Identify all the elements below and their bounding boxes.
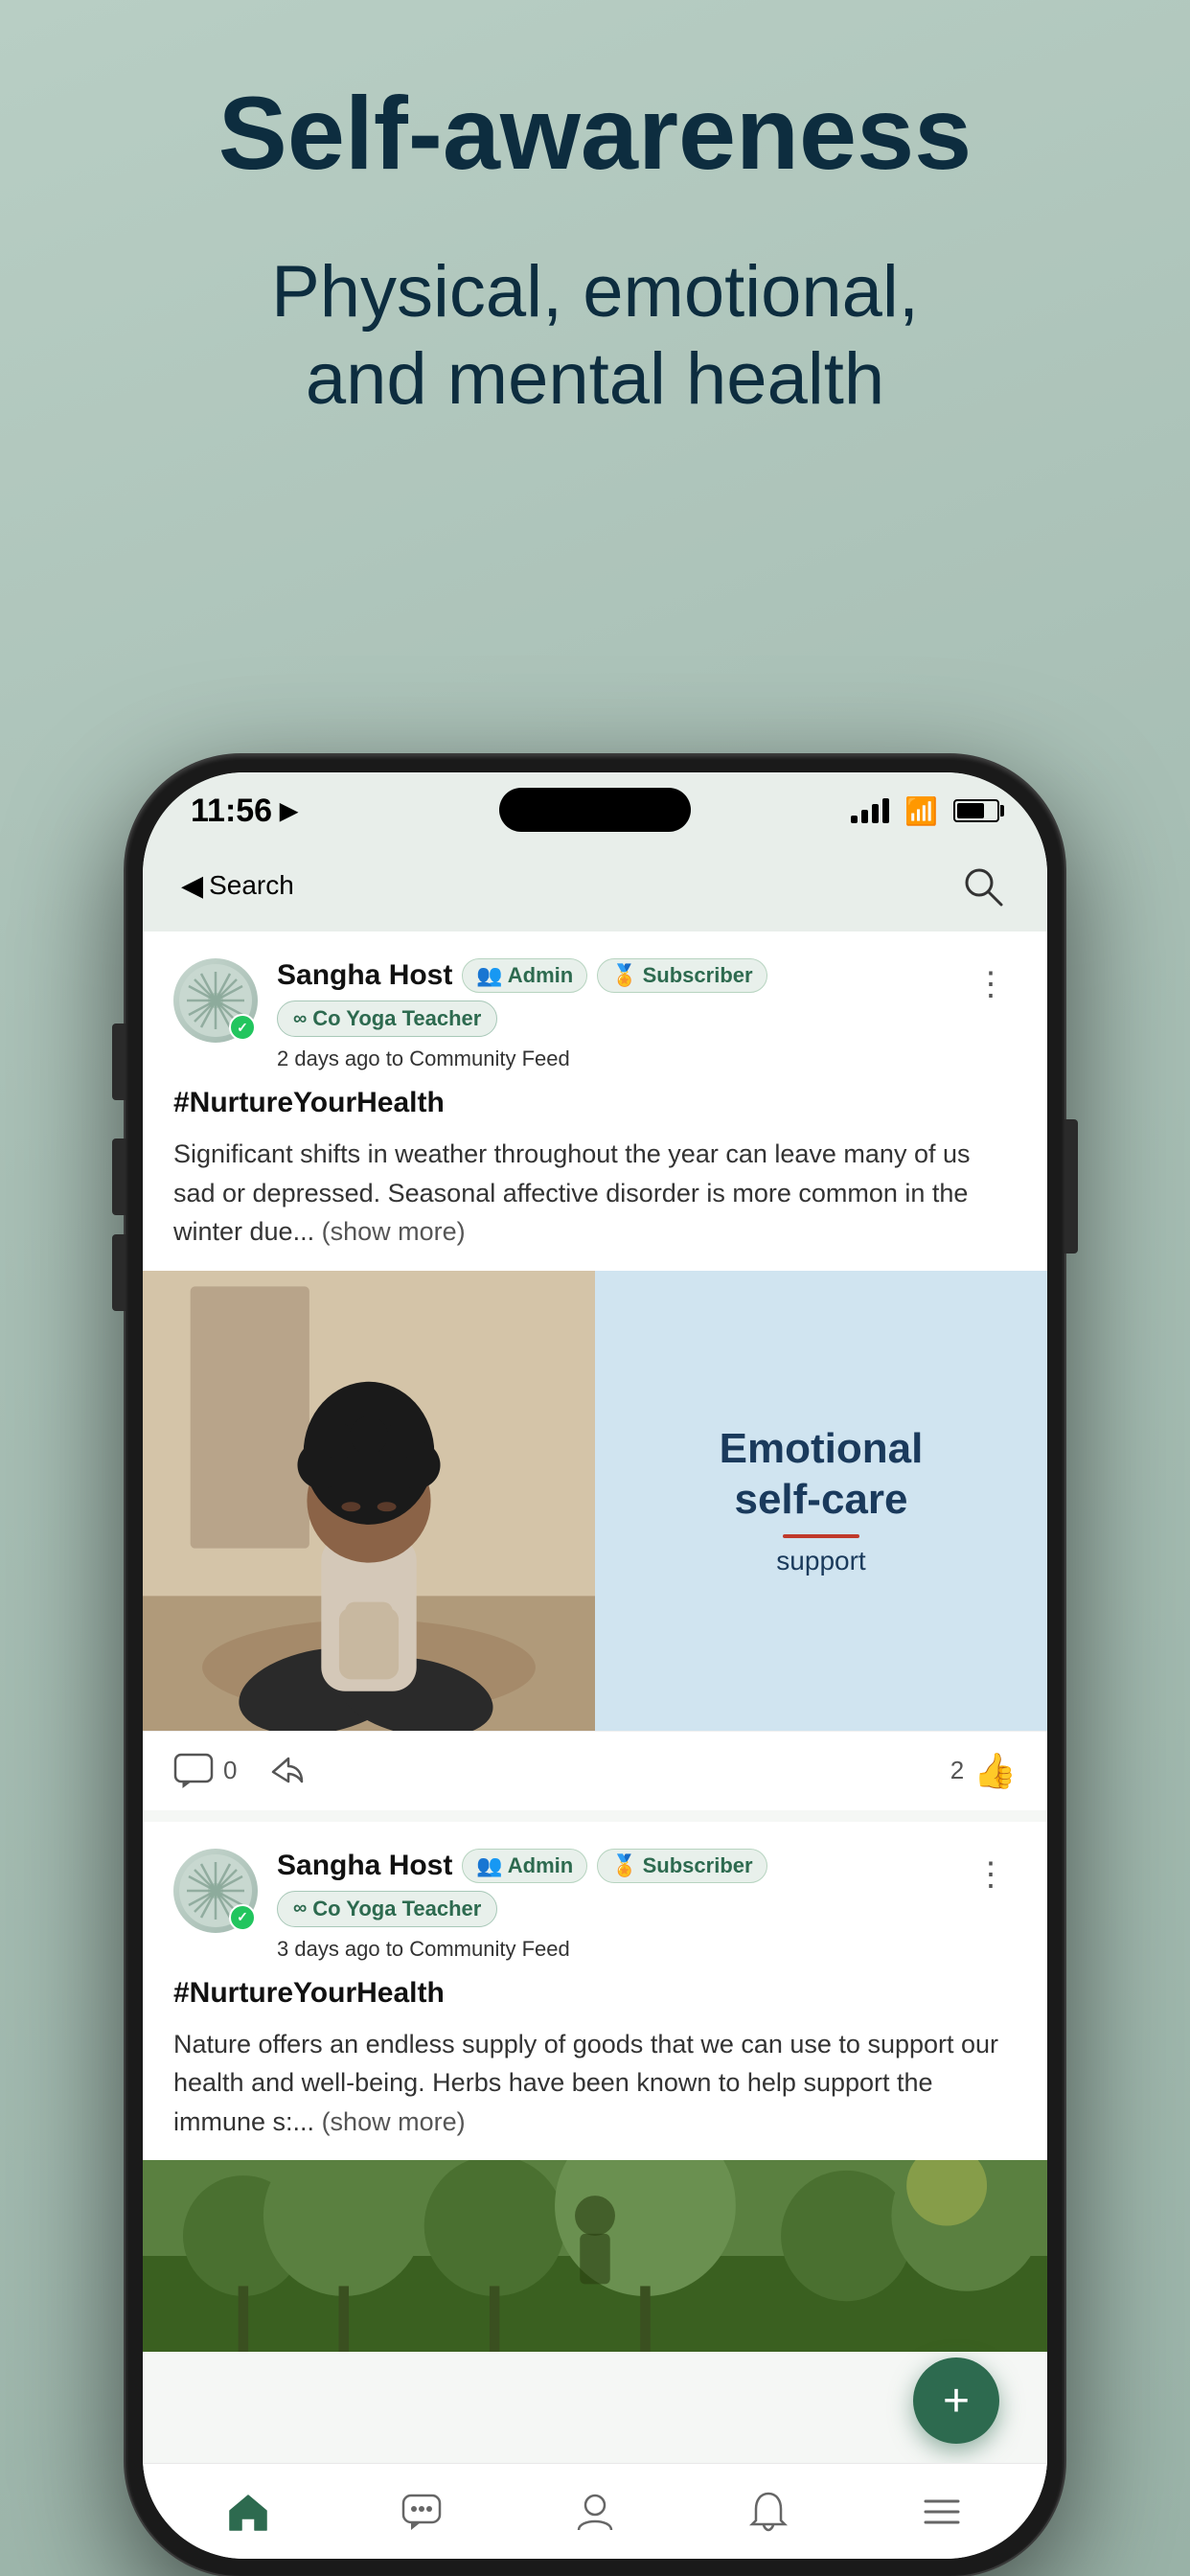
show-more-2[interactable]: (show more) (322, 2107, 466, 2136)
support-text: support (776, 1546, 865, 1576)
hero-section: Self-awareness Physical, emotional, and … (0, 0, 1190, 480)
post-actions-1: 0 2 👍 (143, 1731, 1047, 1810)
like-count-1: 2 (950, 1756, 964, 1785)
infinity-icon-1: ∞ (293, 1008, 307, 1030)
post-body-1: #NurtureYourHealth Significant shifts in… (143, 1087, 1047, 1271)
status-time: 11:56 ▶ (191, 793, 298, 830)
role-badge-2: ∞ Co Yoga Teacher (277, 1891, 497, 1927)
infinity-icon-2: ∞ (293, 1898, 307, 1920)
back-label: Search (209, 870, 294, 901)
post-header-2: ✓ Sangha Host 👥 Admin 🏅 (143, 1822, 1047, 1977)
post-time-1: 2 days ago to Community Feed (277, 1046, 946, 1071)
post-card-1: ✓ Sangha Host 👥 Admin 🏅 (143, 932, 1047, 1810)
action-right-1: 2 👍 (950, 1751, 1017, 1791)
signal-icon (851, 798, 889, 823)
post-meta-1: Sangha Host 👥 Admin 🏅 Subscriber (277, 958, 946, 1071)
post-author-row-1: Sangha Host 👥 Admin 🏅 Subscriber (277, 958, 946, 993)
author-name-2: Sangha Host (277, 1850, 452, 1882)
action-left-1: 0 (173, 1753, 306, 1789)
status-icons: 📶 (851, 795, 999, 827)
post-tag-2: #NurtureYourHealth (173, 1977, 1017, 2010)
nav-chat[interactable] (335, 2490, 509, 2534)
post-card-2: ✓ Sangha Host 👥 Admin 🏅 (143, 1822, 1047, 2353)
nav-profile[interactable] (509, 2490, 682, 2534)
subscriber-icon-2: 🏅 (611, 1853, 637, 1878)
show-more-1[interactable]: (show more) (322, 1217, 466, 1246)
nav-home[interactable] (162, 2490, 335, 2534)
hero-subtitle: Physical, emotional, and mental health (57, 248, 1133, 423)
fab-button[interactable]: + (913, 2358, 999, 2444)
role-badge-1: ∞ Co Yoga Teacher (277, 1000, 497, 1037)
verified-badge-1: ✓ (229, 1014, 256, 1041)
location-arrow-icon: ▶ (280, 797, 297, 825)
post-author-row-2: Sangha Host 👥 Admin 🏅 Subscriber (277, 1849, 946, 1883)
phone-outer: 11:56 ▶ 📶 (126, 755, 1064, 2576)
post-text-2: Nature offers an endless supply of goods… (173, 2025, 1017, 2142)
share-icon-1 (265, 1753, 306, 1789)
avatar-wrap-2: ✓ (173, 1849, 258, 1933)
post-time-2: 3 days ago to Community Feed (277, 1937, 946, 1962)
admin-icon-1: 👥 (476, 963, 502, 988)
back-button[interactable]: ◀ Search (181, 869, 294, 903)
post-image-2 (143, 2160, 1047, 2352)
subscriber-badge-2: 🏅 Subscriber (597, 1849, 767, 1883)
admin-badge-2: 👥 Admin (462, 1849, 587, 1883)
post-body-2: #NurtureYourHealth Nature offers an endl… (143, 1977, 1047, 2161)
time-display: 11:56 (191, 793, 272, 830)
profile-icon (573, 2490, 617, 2534)
chat-icon (400, 2490, 444, 2534)
back-chevron-icon: ◀ (181, 869, 203, 903)
thumbsup-icon-1[interactable]: 👍 (973, 1751, 1017, 1791)
app-nav-bar: ◀ Search (143, 849, 1047, 932)
avatar-wrap-1: ✓ (173, 958, 258, 1043)
wifi-icon: 📶 (904, 795, 938, 827)
feed-scroll[interactable]: ✓ Sangha Host 👥 Admin 🏅 (143, 932, 1047, 2488)
post-text-1: Significant shifts in weather throughout… (173, 1135, 1017, 1252)
post-header-1: ✓ Sangha Host 👥 Admin 🏅 (143, 932, 1047, 1087)
hamburger-icon (920, 2490, 964, 2534)
post-tag-1: #NurtureYourHealth (173, 1087, 1017, 1119)
underline-decoration (783, 1534, 859, 1538)
status-bar: 11:56 ▶ 📶 (143, 772, 1047, 849)
emotional-selfcare-panel: Emotional self-care support (595, 1271, 1047, 1731)
subscriber-icon-1: 🏅 (611, 963, 637, 988)
post-menu-button-1[interactable]: ⋮ (965, 958, 1017, 1010)
post-image-1: Emotional self-care support (143, 1271, 1047, 1731)
nav-notifications[interactable] (681, 2490, 855, 2534)
post-meta-2: Sangha Host 👥 Admin 🏅 Subscriber (277, 1849, 946, 1962)
admin-icon-2: 👥 (476, 1853, 502, 1878)
emotional-selfcare-text: Emotional self-care (720, 1424, 924, 1526)
nav-menu[interactable] (855, 2490, 1028, 2534)
author-name-1: Sangha Host (277, 959, 452, 992)
fab-plus-icon: + (943, 2375, 970, 2427)
admin-badge-1: 👥 Admin (462, 958, 587, 993)
phone-mockup: 11:56 ▶ 📶 (126, 755, 1064, 2576)
search-icon (961, 864, 1003, 907)
home-icon (226, 2490, 270, 2534)
bottom-nav (143, 2463, 1047, 2559)
comment-icon-1 (173, 1753, 214, 1789)
phone-screen: 11:56 ▶ 📶 (143, 772, 1047, 2559)
dynamic-island (499, 788, 691, 832)
meditation-image (143, 1271, 595, 1731)
hero-title: Self-awareness (57, 77, 1133, 191)
comment-button-1[interactable]: 0 (173, 1753, 237, 1789)
bell-icon (746, 2490, 790, 2534)
search-button[interactable] (955, 859, 1009, 912)
post-menu-button-2[interactable]: ⋮ (965, 1849, 1017, 1900)
battery-icon (953, 799, 999, 822)
garden-image (143, 2160, 1047, 2352)
verified-badge-2: ✓ (229, 1904, 256, 1931)
share-button-1[interactable] (265, 1753, 306, 1789)
subscriber-badge-1: 🏅 Subscriber (597, 958, 767, 993)
